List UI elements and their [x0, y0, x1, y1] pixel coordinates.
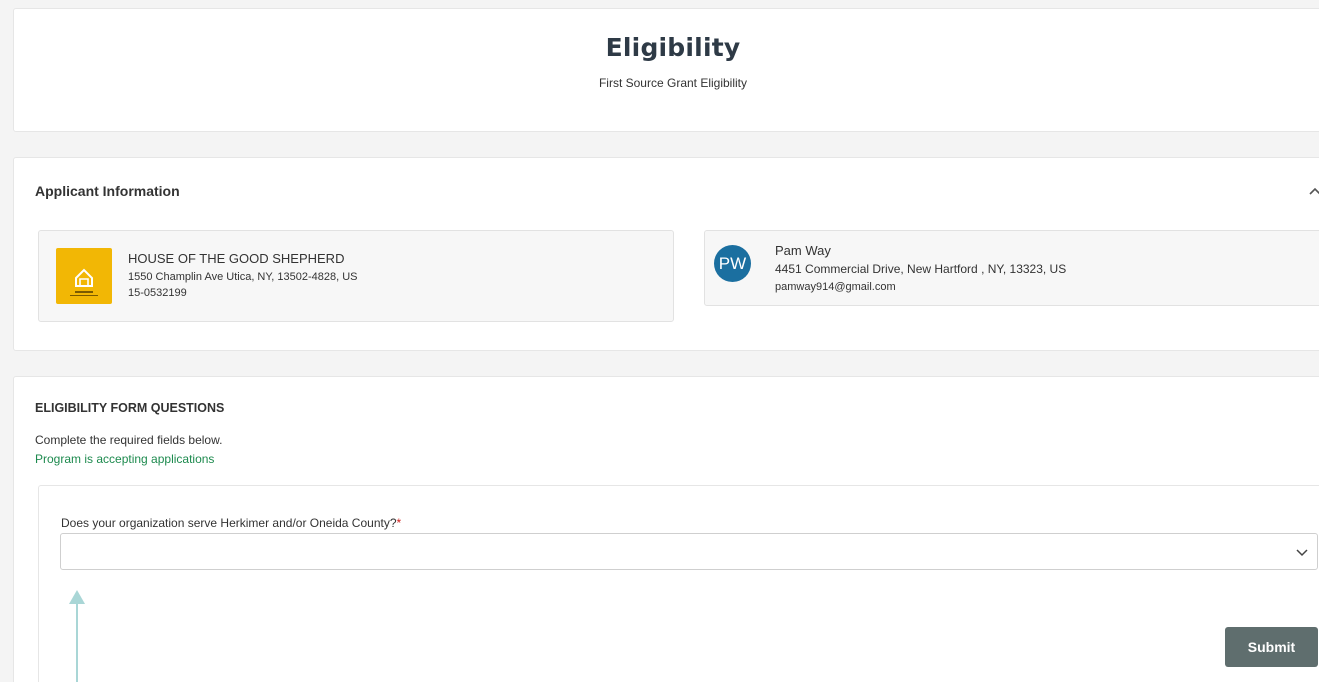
question-label: Does your organization serve Herkimer an…	[61, 516, 401, 530]
question-container: Does your organization serve Herkimer an…	[38, 485, 1319, 682]
contact-name: Pam Way	[775, 243, 831, 258]
organization-card: HOUSE OF THE GOOD SHEPHERD 1550 Champlin…	[38, 230, 674, 322]
contact-address: 4451 Commercial Drive, New Hartford , NY…	[775, 262, 1067, 276]
applicant-section-title: Applicant Information	[35, 183, 180, 199]
county-select[interactable]	[60, 533, 1318, 570]
chevron-up-icon[interactable]	[1308, 184, 1319, 198]
house-logo-icon	[56, 248, 112, 304]
contact-email: pamway914@gmail.com	[775, 281, 896, 293]
page-title: Eligibility	[605, 33, 741, 62]
organization-ein: 15-0532199	[128, 287, 187, 299]
form-heading: ELIGIBILITY FORM QUESTIONS	[35, 401, 225, 415]
applicant-information-card: Applicant Information HOUSE OF THE GOOD …	[13, 157, 1319, 351]
page-subtitle: First Source Grant Eligibility	[598, 76, 748, 90]
organization-address: 1550 Champlin Ave Utica, NY, 13502-4828,…	[128, 271, 358, 283]
page: Eligibility First Source Grant Eligibili…	[0, 0, 1319, 682]
program-status: Program is accepting applications	[35, 452, 215, 466]
organization-name: HOUSE OF THE GOOD SHEPHERD	[128, 251, 345, 266]
required-marker: *	[396, 516, 402, 530]
eligibility-form-card: ELIGIBILITY FORM QUESTIONS Complete the …	[13, 376, 1319, 682]
contact-card: PW Pam Way 4451 Commercial Drive, New Ha…	[704, 230, 1319, 306]
arrow-up-icon	[69, 590, 85, 682]
submit-button[interactable]: Submit	[1225, 627, 1318, 667]
question-text: Does your organization serve Herkimer an…	[61, 516, 397, 530]
form-instructions: Complete the required fields below.	[35, 433, 223, 447]
avatar: PW	[714, 245, 751, 282]
header-card: Eligibility First Source Grant Eligibili…	[13, 8, 1319, 132]
chevron-down-icon	[1296, 549, 1308, 557]
